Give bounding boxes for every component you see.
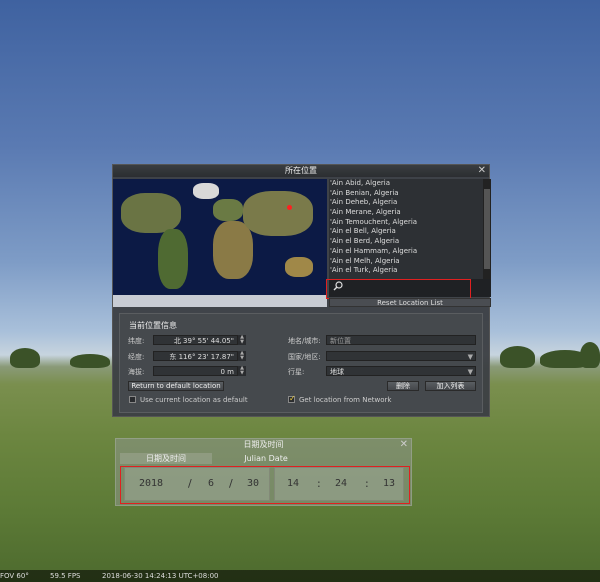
place-name-label: 地名/城市: — [288, 337, 321, 345]
chevron-down-icon: ▼ — [467, 353, 473, 361]
tab-date-time[interactable]: 日期及时间 — [120, 453, 212, 464]
location-window: 所在位置 ✕ 'Ain Abid, Algeria 'Ain Benian, A… — [112, 164, 491, 417]
planet-value: 地球 — [330, 368, 344, 376]
location-info-panel: 当前位置信息 纬度: 北 39° 55' 44.05" ▲ ▼ 经度: 东 116… — [119, 313, 483, 413]
altitude-label: 海拔: — [128, 368, 145, 376]
list-item[interactable]: 'Ain el Berd, Algeria — [329, 237, 491, 247]
list-item[interactable]: 'Ain Benian, Algeria — [329, 189, 491, 199]
location-window-title-bar[interactable]: 所在位置 ✕ — [113, 165, 489, 177]
latitude-label: 纬度: — [128, 337, 145, 345]
list-item[interactable]: 'Ain Temouchent, Algeria — [329, 218, 491, 228]
status-bar: FOV 60° 59.5 FPS 2018-06-30 14:24:13 UTC… — [0, 570, 600, 582]
checkmark-icon: ✓ — [289, 394, 296, 403]
fps-readout: 59.5 FPS — [50, 572, 81, 580]
list-item[interactable]: 'Ain el Bell, Algeria — [329, 227, 491, 237]
datetime-readout: 2018-06-30 14:24:13 UTC+08:00 — [102, 572, 219, 580]
city-list[interactable]: 'Ain Abid, Algeria 'Ain Benian, Algeria … — [329, 179, 491, 279]
use-default-checkbox[interactable] — [129, 396, 136, 403]
country-label: 国家/地区: — [288, 353, 321, 361]
list-item[interactable]: 'Ain el Turk, Algeria — [329, 266, 491, 276]
date-time-title-bar[interactable]: 日期及时间 ✕ — [116, 439, 411, 451]
list-item[interactable]: 'Ain Abid, Algeria — [329, 179, 491, 189]
list-item[interactable]: 'Ain el Melh, Algeria — [329, 257, 491, 267]
scroll-thumb[interactable] — [484, 189, 490, 269]
date-time-highlight-box — [120, 466, 410, 504]
longitude-label: 经度: — [128, 353, 145, 361]
country-select[interactable]: ▼ — [326, 351, 476, 361]
city-list-scrollbar[interactable] — [483, 179, 491, 279]
close-icon[interactable]: ✕ — [478, 165, 486, 177]
reset-location-list-button[interactable]: Reset Location List — [329, 298, 491, 307]
list-item[interactable]: 'Ain Merane, Algeria — [329, 208, 491, 218]
delete-button[interactable]: 删除 — [387, 381, 419, 391]
altitude-field[interactable]: 0 m — [153, 366, 238, 376]
fov-readout: FOV 60° — [0, 572, 29, 580]
network-location-label: Get location from Network — [299, 396, 392, 404]
return-default-location-button[interactable]: Return to default location — [128, 381, 224, 391]
date-time-title: 日期及时间 — [243, 440, 284, 449]
list-item[interactable]: 'Ain Deheb, Algeria — [329, 198, 491, 208]
tab-julian-date[interactable]: Julian Date — [226, 453, 306, 464]
search-highlight-box — [326, 279, 471, 299]
close-icon[interactable]: ✕ — [400, 439, 408, 451]
altitude-spinner[interactable]: ▲ ▼ — [238, 366, 246, 376]
world-map[interactable] — [113, 179, 327, 307]
place-name-field[interactable]: 新位置 — [326, 335, 476, 345]
add-to-list-button[interactable]: 加入列表 — [425, 381, 476, 391]
chevron-down-icon: ▼ — [467, 368, 473, 376]
longitude-spinner[interactable]: ▲ ▼ — [238, 351, 246, 361]
network-location-checkbox[interactable]: ✓ — [288, 394, 296, 403]
use-default-label: Use current location as default — [140, 396, 248, 404]
planet-select[interactable]: 地球 ▼ — [326, 366, 476, 376]
location-window-title: 所在位置 — [285, 166, 317, 175]
list-item[interactable]: 'Ain el Hammam, Algeria — [329, 247, 491, 257]
longitude-field[interactable]: 东 116° 23' 17.87" — [153, 351, 238, 361]
latitude-spinner[interactable]: ▲ ▼ — [238, 335, 246, 345]
planet-label: 行星: — [288, 368, 305, 376]
location-marker — [287, 205, 292, 210]
latitude-field[interactable]: 北 39° 55' 44.05" — [153, 335, 238, 345]
info-title: 当前位置信息 — [129, 321, 177, 330]
